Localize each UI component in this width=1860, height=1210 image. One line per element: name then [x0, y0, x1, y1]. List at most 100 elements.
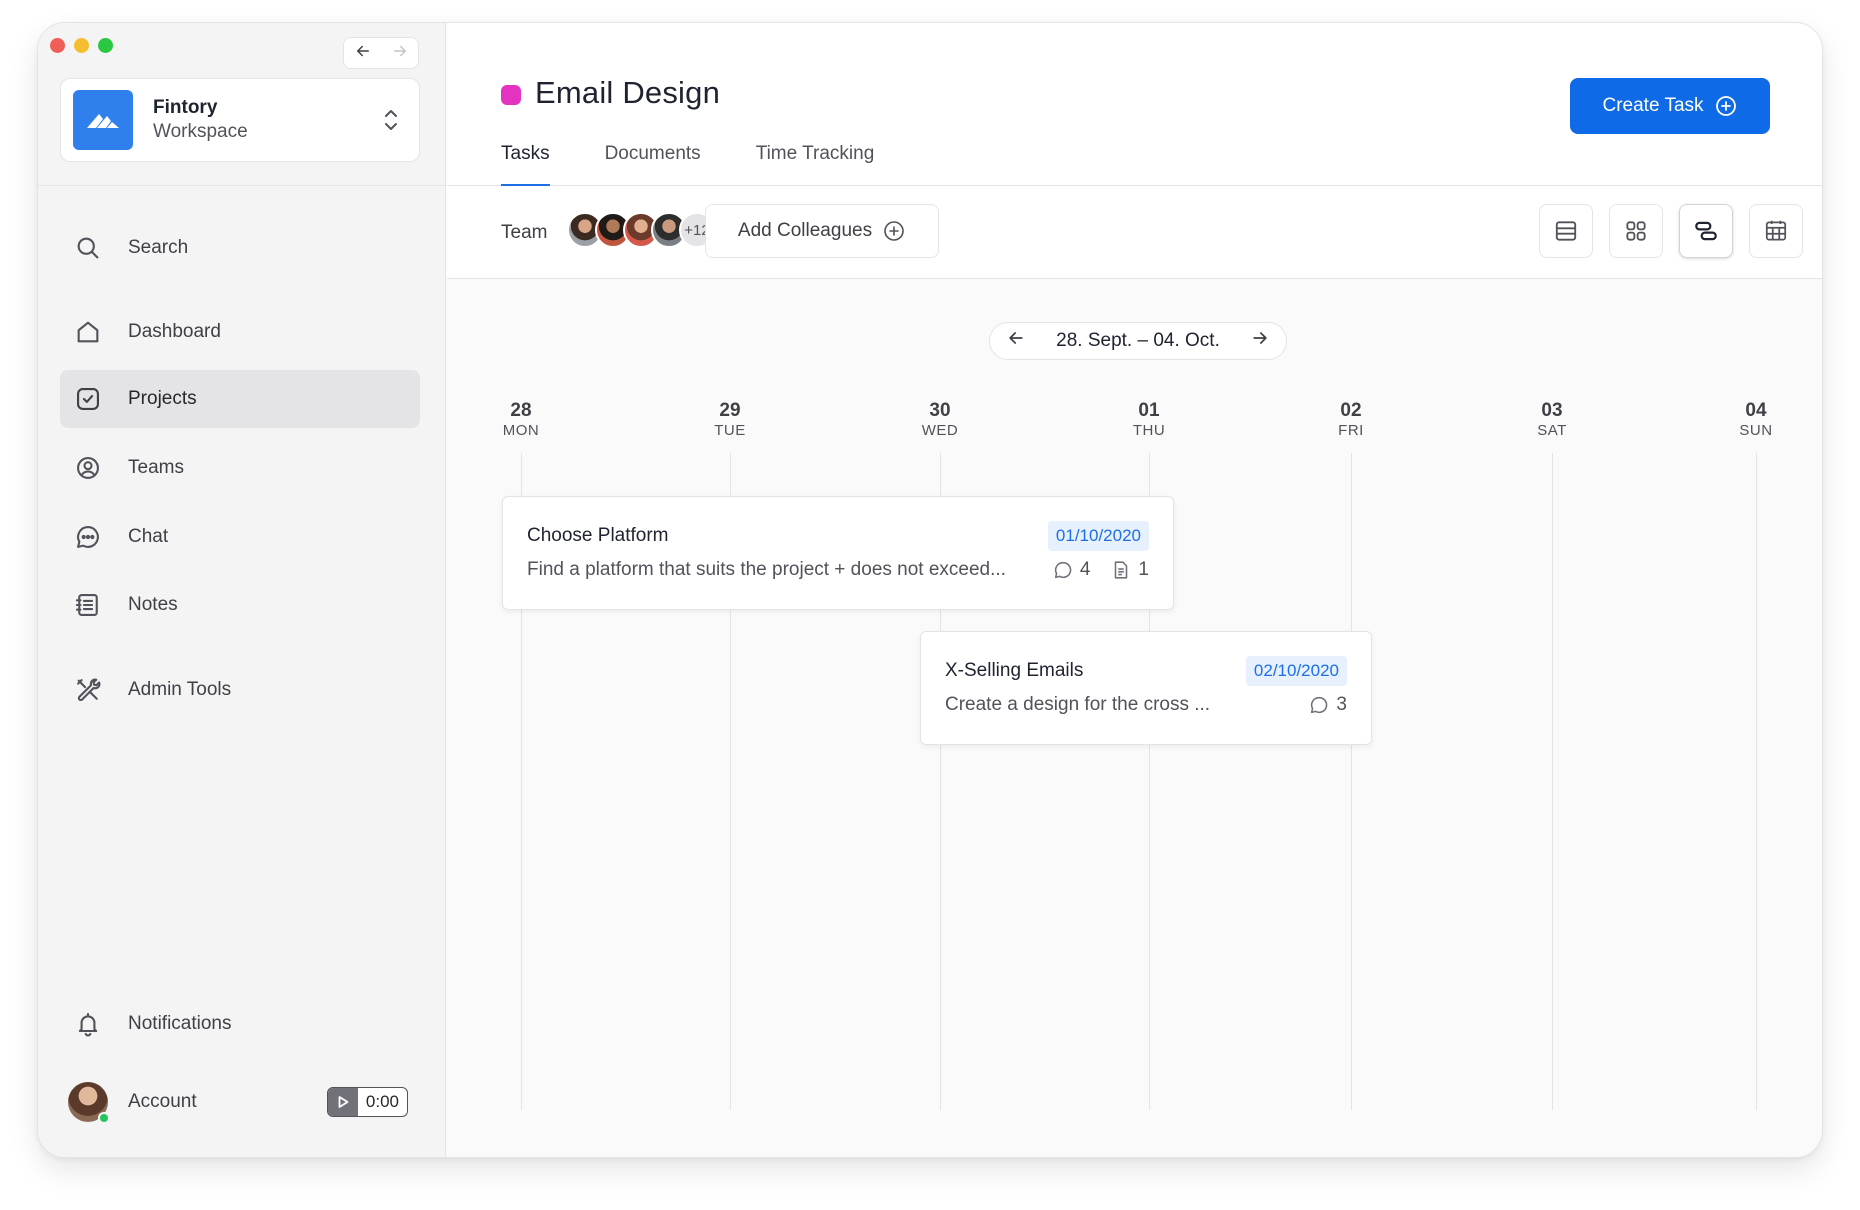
- day-header: 28 MON: [481, 400, 561, 440]
- task-description: Create a design for the cross ...: [945, 694, 1211, 715]
- task-due-date: 01/10/2020: [1047, 521, 1149, 551]
- comment-count-value: 3: [1336, 694, 1347, 715]
- day-header: 01 THU: [1109, 400, 1189, 440]
- calendar-view-icon: [1765, 220, 1787, 241]
- day-name: WED: [921, 422, 959, 439]
- day-name: THU: [1132, 422, 1166, 439]
- task-title: Choose Platform: [527, 525, 669, 546]
- add-colleagues-button[interactable]: Add Colleagues: [705, 204, 939, 258]
- grid-view-button[interactable]: [1609, 204, 1663, 258]
- task-due-date: 02/10/2020: [1245, 656, 1347, 686]
- sidebar-item-label: Projects: [128, 388, 197, 409]
- day-gridline: [1756, 453, 1757, 1110]
- project-color-dot: [501, 85, 521, 105]
- plus-circle-icon: [884, 221, 904, 241]
- comment-icon: [1054, 561, 1072, 579]
- prev-week-button[interactable]: [1006, 328, 1026, 354]
- next-week-button[interactable]: [1250, 328, 1270, 354]
- sidebar-item-label: Admin Tools: [128, 679, 232, 700]
- task-meta: 3: [1308, 694, 1347, 716]
- sidebar-item-admin-tools[interactable]: Admin Tools: [60, 661, 420, 719]
- day-number: 30: [929, 400, 951, 421]
- time-tracker[interactable]: 0:00: [326, 1087, 408, 1117]
- sidebar-item-notifications[interactable]: Notifications: [60, 995, 420, 1053]
- document-icon: [1115, 561, 1128, 579]
- play-icon[interactable]: [327, 1088, 358, 1116]
- sidebar-divider: [38, 185, 445, 186]
- sidebar-item-label: Chat: [128, 526, 169, 547]
- task-meta: 4 1: [1052, 559, 1149, 581]
- check-square-icon: [77, 388, 99, 410]
- sidebar-item-label: Dashboard: [128, 321, 221, 342]
- task-card[interactable]: Choose Platform Find a platform that sui…: [502, 496, 1174, 610]
- plus-circle-icon: [1715, 96, 1736, 116]
- maximize-window-button[interactable]: [98, 38, 113, 53]
- tab-documents[interactable]: Documents: [605, 143, 701, 186]
- window-controls: [50, 38, 113, 53]
- day-name: FRI: [1338, 422, 1364, 439]
- create-task-button[interactable]: Create Task: [1570, 78, 1770, 134]
- page-title: Email Design: [535, 75, 721, 110]
- attachment-count[interactable]: 1: [1110, 559, 1149, 581]
- task-card[interactable]: X-Selling Emails Create a design for the…: [920, 631, 1372, 745]
- tab-tasks[interactable]: Tasks: [501, 143, 550, 186]
- day-header: 29 TUE: [690, 400, 770, 440]
- list-view-icon: [1555, 221, 1577, 241]
- calendar-view-button[interactable]: [1749, 204, 1803, 258]
- workspace-switcher[interactable]: Fintory Workspace: [60, 78, 420, 162]
- sidebar-item-search[interactable]: Search: [60, 219, 420, 277]
- sidebar-item-dashboard[interactable]: Dashboard: [60, 303, 420, 361]
- account-row[interactable]: Account 0:00: [60, 1073, 420, 1131]
- bell-icon: [78, 1013, 98, 1037]
- tab-time-tracking[interactable]: Time Tracking: [756, 143, 875, 186]
- project-header: Email Design Tasks Documents Time Tracki…: [447, 23, 1822, 186]
- workspace-name: Fintory: [153, 97, 218, 118]
- timeline-view-button[interactable]: [1679, 204, 1733, 258]
- workspace-logo: [73, 90, 133, 150]
- team-avatars[interactable]: +12: [567, 212, 715, 248]
- home-icon: [77, 321, 99, 343]
- day-header: 02 FRI: [1311, 400, 1391, 440]
- day-gridline: [1552, 453, 1553, 1110]
- sidebar: Fintory Workspace Search Dashboard Proje…: [38, 23, 446, 1157]
- forward-button[interactable]: [391, 42, 409, 65]
- day-number: 29: [719, 400, 741, 421]
- timeline-view-icon: [1695, 221, 1717, 241]
- day-gridline: [1351, 453, 1352, 1110]
- comment-count[interactable]: 3: [1308, 694, 1347, 716]
- day-number: 04: [1745, 400, 1767, 421]
- sidebar-item-notes[interactable]: Notes: [60, 576, 420, 634]
- sidebar-item-teams[interactable]: Teams: [60, 439, 420, 497]
- day-number: 03: [1541, 400, 1563, 421]
- task-title: X-Selling Emails: [945, 660, 1084, 681]
- comment-count[interactable]: 4: [1052, 559, 1091, 581]
- day-header: 04 SUN: [1716, 400, 1796, 440]
- date-range-label: 28. Sept. – 04. Oct.: [1056, 330, 1220, 351]
- sidebar-item-label: Notes: [128, 594, 178, 615]
- day-name: MON: [502, 422, 540, 439]
- day-name: TUE: [714, 422, 746, 439]
- tools-icon: [77, 678, 101, 701]
- comment-count-value: 4: [1079, 559, 1091, 580]
- back-button[interactable]: [354, 42, 372, 65]
- grid-view-icon: [1626, 221, 1646, 241]
- day-header: 03 SAT: [1512, 400, 1592, 440]
- notes-icon: [75, 594, 98, 616]
- close-window-button[interactable]: [50, 38, 65, 53]
- timeline-view: 28. Sept. – 04. Oct. 28 MON 29 TUE 30 WED 0…: [447, 280, 1822, 1157]
- minimize-window-button[interactable]: [74, 38, 89, 53]
- list-view-button[interactable]: [1539, 204, 1593, 258]
- app-window: Fintory Workspace Search Dashboard Proje…: [37, 22, 1823, 1158]
- day-number: 28: [510, 400, 532, 421]
- arrow-left-icon: [1009, 332, 1023, 344]
- sidebar-item-chat[interactable]: Chat: [60, 508, 420, 566]
- main-content: Email Design Tasks Documents Time Tracki…: [447, 23, 1822, 1157]
- account-label: Account: [128, 1091, 197, 1112]
- add-colleagues-label: Add Colleagues: [737, 220, 873, 241]
- team-toolbar: Team +12 Add Colleagues: [447, 186, 1822, 279]
- sidebar-item-projects[interactable]: Projects: [60, 370, 420, 428]
- sidebar-item-label: Search: [128, 237, 189, 258]
- search-icon: [77, 237, 99, 259]
- comment-icon: [1311, 696, 1328, 714]
- sidebar-item-label: Notifications: [128, 1013, 232, 1034]
